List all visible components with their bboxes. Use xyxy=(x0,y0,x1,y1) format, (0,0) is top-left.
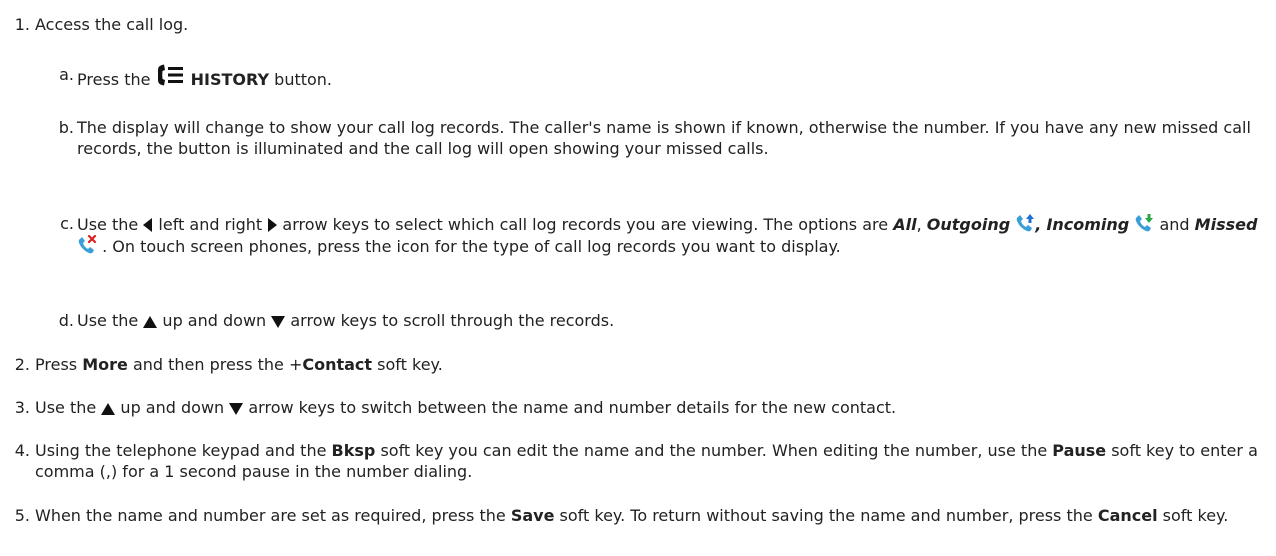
step-5: 5. When the name and number are set as r… xyxy=(0,505,1268,526)
step-text: The display will change to show your cal… xyxy=(77,118,1251,158)
step-text: When the name and number are set as requ… xyxy=(35,506,1229,525)
step-text: Use the left and right arrow keys to sel… xyxy=(77,213,1258,256)
step-number: b. xyxy=(58,118,74,137)
step-text: Use the up and down arrow keys to switch… xyxy=(35,398,897,417)
step-number: 1. xyxy=(14,15,30,34)
step-3: 3. Use the up and down arrow keys to swi… xyxy=(0,397,1268,418)
bksp-softkey-label: Bksp xyxy=(331,441,376,460)
pause-softkey-label: Pause xyxy=(1052,441,1107,460)
up-arrow-icon xyxy=(101,403,116,415)
step-text: Press the HISTORY button. xyxy=(77,64,1268,90)
history-label: HISTORY xyxy=(190,70,270,89)
option-outgoing: Outgoing xyxy=(926,215,1011,234)
step-1: 1. Access the call log. xyxy=(0,14,1268,35)
contact-softkey-label: Contact xyxy=(302,355,373,374)
step-1a: a. Press the HISTORY button. xyxy=(0,64,1268,90)
missed-call-icon xyxy=(77,235,97,255)
step-2: 2. Press More and then press the +Contac… xyxy=(0,354,1268,375)
step-number: a. xyxy=(59,65,74,84)
option-all: All xyxy=(893,215,917,234)
save-softkey-label: Save xyxy=(510,506,555,525)
step-number: d. xyxy=(58,311,74,330)
step-number: c. xyxy=(60,214,74,233)
step-1d: d. Use the up and down arrow keys to scr… xyxy=(0,310,1268,331)
option-missed: Missed xyxy=(1194,215,1258,234)
step-text: Access the call log. xyxy=(35,15,189,34)
option-incoming: Incoming xyxy=(1046,215,1130,234)
step-4: 4. Using the telephone keypad and the Bk… xyxy=(0,440,1268,482)
more-softkey-label: More xyxy=(82,355,128,374)
left-arrow-icon xyxy=(143,218,153,232)
step-number: 3. xyxy=(14,398,30,417)
step-number: 2. xyxy=(14,355,30,374)
down-arrow-icon xyxy=(229,403,244,415)
incoming-call-icon xyxy=(1134,213,1154,233)
down-arrow-icon xyxy=(271,316,286,328)
up-arrow-icon xyxy=(143,316,158,328)
outgoing-call-icon xyxy=(1015,213,1035,233)
history-icon xyxy=(156,64,186,86)
right-arrow-icon xyxy=(267,218,278,232)
step-text: Use the up and down arrow keys to scroll… xyxy=(77,311,615,330)
cancel-softkey-label: Cancel xyxy=(1097,506,1158,525)
step-text: Using the telephone keypad and the Bksp … xyxy=(35,441,1258,481)
step-number: 5. xyxy=(14,506,30,525)
step-1c: c. Use the left and right arrow keys to … xyxy=(0,213,1268,257)
instructions-page: { "steps": [ { "num": "1.", "text": "Acc… xyxy=(0,0,1276,556)
step-1b: b. The display will change to show your … xyxy=(0,117,1268,159)
step-text: Press More and then press the +Contact s… xyxy=(35,355,443,374)
step-number: 4. xyxy=(14,441,30,460)
